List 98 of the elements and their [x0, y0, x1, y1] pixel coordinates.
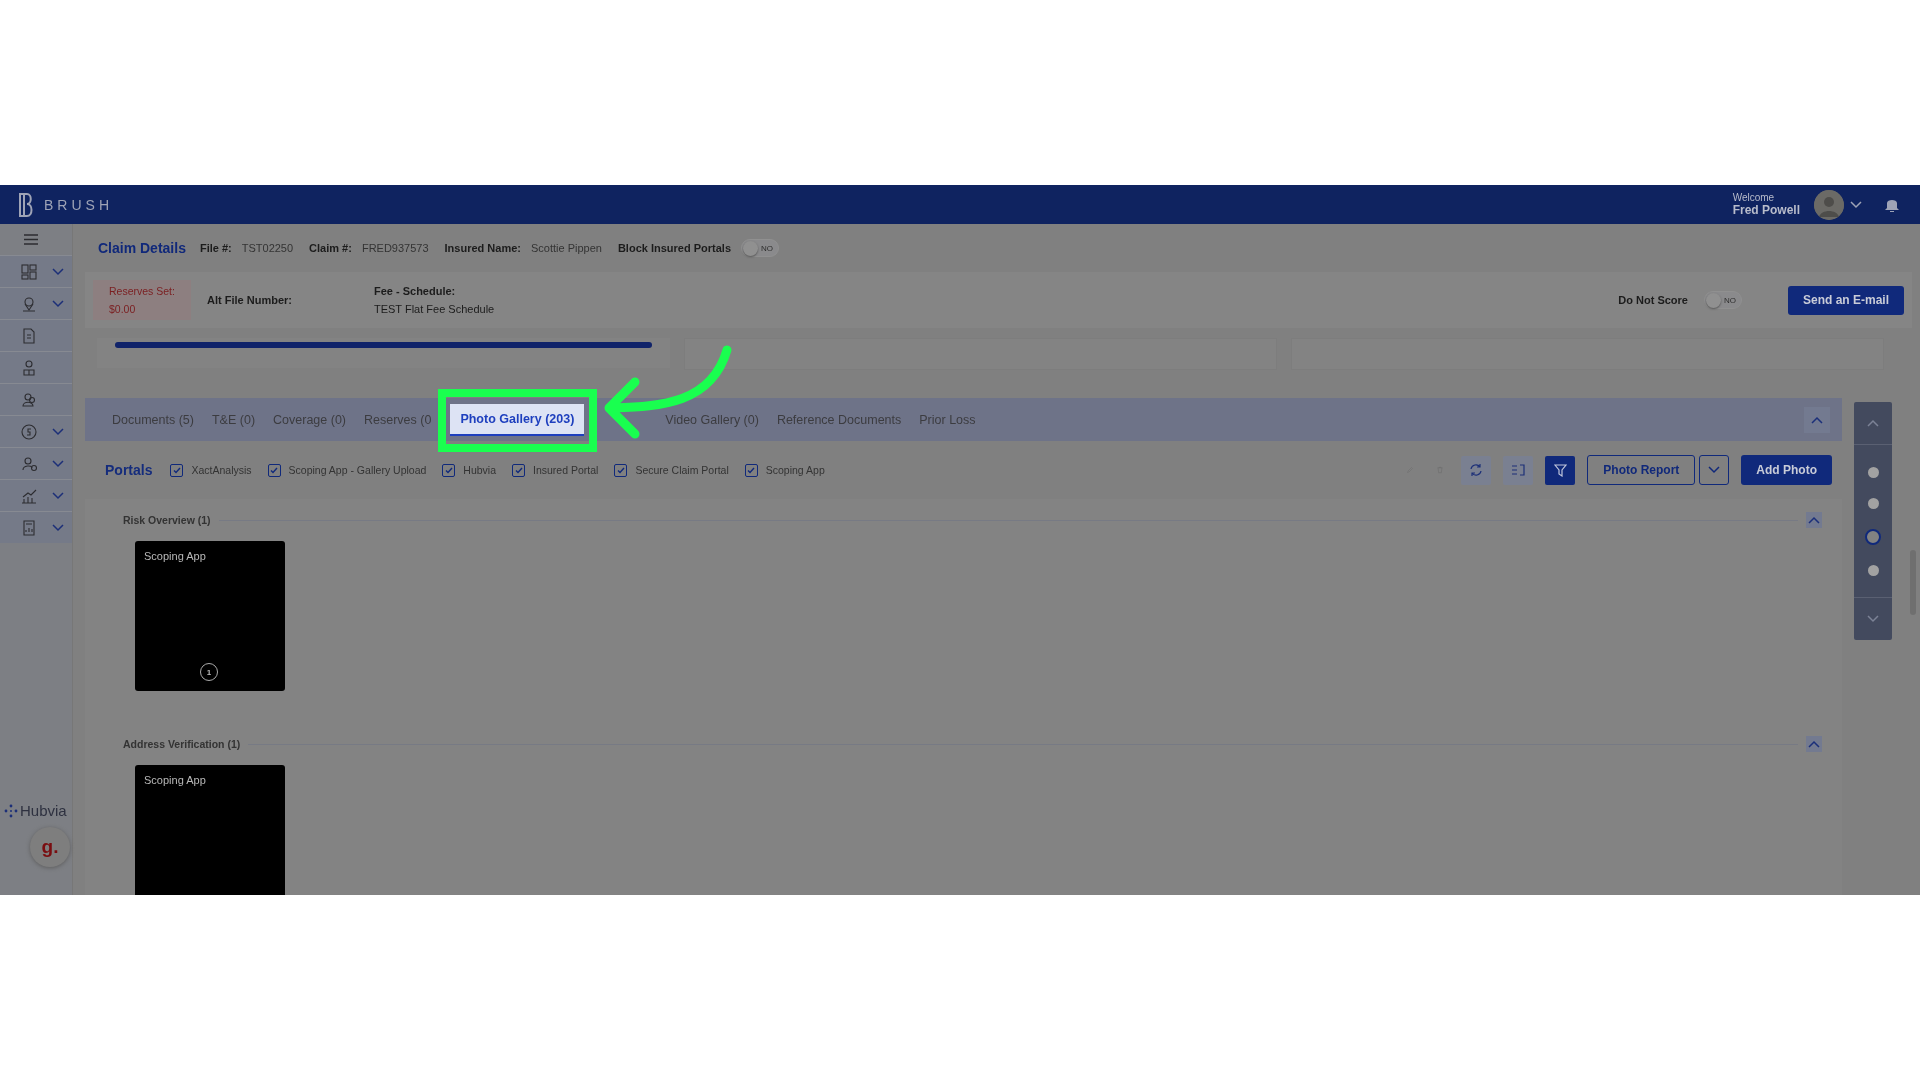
- filter-button[interactable]: [1545, 455, 1576, 485]
- report-icon: [20, 518, 38, 537]
- portal-checkbox[interactable]: Scoping App - Gallery Upload: [267, 463, 427, 477]
- tab[interactable]: Reference Documents: [767, 410, 911, 429]
- portals-label: Portals: [105, 462, 153, 478]
- columns-icon: [1511, 464, 1526, 476]
- field-value: TEST Flat Fee Schedule: [373, 303, 495, 315]
- chevron-down-icon: [52, 427, 64, 436]
- nav-dot[interactable]: [1867, 466, 1879, 478]
- caret-icon: [1850, 200, 1862, 209]
- chevron-down-icon: [1867, 615, 1879, 623]
- add-photo-button[interactable]: Add Photo: [1741, 455, 1832, 485]
- nav-dot[interactable]: [1865, 528, 1881, 545]
- chat-badge[interactable]: g.: [30, 827, 70, 867]
- sidebar-item[interactable]: [0, 479, 72, 511]
- toggle-label: Do Not Score: [1618, 294, 1688, 306]
- menu-icon[interactable]: [24, 234, 38, 245]
- portal-checkbox[interactable]: Hubvia: [442, 463, 496, 477]
- sidebar-item[interactable]: [0, 319, 72, 351]
- chevron-down-icon: [52, 267, 64, 276]
- field-label: Fee - Schedule:: [373, 285, 457, 297]
- photo-report-button[interactable]: Photo Report: [1587, 455, 1696, 485]
- section-title: Address Verification (1): [123, 738, 241, 750]
- columns-button[interactable]: [1503, 455, 1534, 485]
- photo-tile[interactable]: Scoping App: [135, 765, 285, 895]
- chevron-up-icon: [1808, 740, 1820, 748]
- user-name: Fred Powell: [1732, 203, 1800, 217]
- tab[interactable]: Reserves (0: [355, 410, 441, 429]
- tab[interactable]: Documents (5): [103, 410, 203, 429]
- money-icon: [20, 422, 38, 441]
- portal-checkbox[interactable]: Scoping App: [744, 463, 825, 477]
- block-portals-toggle[interactable]: NO: [741, 239, 779, 257]
- chevron-down-icon: [1708, 466, 1721, 474]
- page-title: Claim Details: [98, 240, 186, 256]
- toggle-label: Block Insured Portals: [617, 242, 731, 254]
- welcome-text: Welcome: [1732, 192, 1776, 203]
- dropdown-button[interactable]: [1699, 455, 1730, 485]
- checkmark-icon: [444, 466, 453, 474]
- chevron-up-icon: [1808, 516, 1820, 524]
- tab[interactable]: Video Gallery (0): [656, 410, 768, 429]
- field-label: File #:: [199, 242, 232, 254]
- sidebar-item[interactable]: [0, 383, 72, 415]
- tab[interactable]: Coverage (0): [264, 410, 355, 429]
- reserves-value: $0.00: [109, 303, 137, 315]
- checkmark-icon: [270, 466, 279, 474]
- sidebar-item[interactable]: [0, 511, 72, 543]
- nav-dot[interactable]: [1867, 564, 1879, 576]
- refresh-icon: [1469, 463, 1484, 477]
- collapse-button[interactable]: [1806, 736, 1822, 752]
- checkmark-icon: [747, 466, 756, 474]
- hubvia-logo-icon: [4, 803, 18, 818]
- document-icon: [20, 326, 38, 345]
- section-title: Risk Overview (1): [123, 514, 211, 526]
- field-value: Scottie Pippen: [531, 242, 602, 254]
- photo-source: Scoping App: [144, 774, 206, 786]
- field-label: Alt File Number:: [207, 294, 292, 306]
- field-label: Insured Name:: [444, 242, 521, 254]
- filter-icon: [1553, 463, 1567, 477]
- photo-source: Scoping App: [144, 550, 206, 562]
- portal-checkbox[interactable]: XactAnalysis: [170, 463, 252, 477]
- brand-name: Hubvia: [20, 802, 67, 819]
- field-value: TST02250: [241, 242, 294, 254]
- sidebar-item[interactable]: [0, 447, 72, 479]
- portal-checkbox[interactable]: Secure Claim Portal: [614, 463, 729, 477]
- chevron-up-icon: [1811, 415, 1823, 424]
- sidebar-item[interactable]: [0, 415, 72, 447]
- chevron-down-icon: [52, 491, 64, 500]
- sidebar-item[interactable]: [0, 287, 72, 319]
- checkmark-icon: [616, 466, 625, 474]
- sidebar-item[interactable]: [0, 255, 72, 287]
- collapse-button[interactable]: [1806, 512, 1822, 528]
- dashboard-icon: [20, 262, 38, 281]
- chevron-down-icon: [52, 299, 64, 308]
- tab[interactable]: Photo Gallery (203): [450, 403, 585, 436]
- field-value: FRED937573: [361, 242, 429, 254]
- checkmark-icon: [172, 466, 181, 474]
- logo-text: BRUSH: [44, 196, 113, 213]
- send-email-button[interactable]: Send an E-mail: [1787, 285, 1904, 315]
- tab[interactable]: Prior Loss: [910, 410, 985, 429]
- reserves-label: Reserves Set:: [109, 285, 175, 297]
- photo-tile[interactable]: Scoping App 1: [135, 541, 285, 691]
- user-check-icon: [20, 454, 38, 473]
- do-not-score-toggle[interactable]: NO: [1703, 291, 1742, 309]
- avatar[interactable]: [1814, 189, 1844, 220]
- adjuster-icon: [20, 358, 38, 377]
- nav-dot[interactable]: [1867, 497, 1879, 509]
- checkmark-icon: [514, 466, 523, 474]
- collapse-button[interactable]: [1804, 406, 1830, 433]
- sidebar-item[interactable]: [0, 351, 72, 383]
- field-label: Claim #:: [309, 242, 352, 254]
- chevron-down-icon: [52, 459, 64, 468]
- people-icon: [20, 390, 38, 409]
- tab[interactable]: T&E (0): [203, 410, 265, 429]
- refresh-button[interactable]: [1461, 455, 1492, 485]
- chevron-down-icon: [52, 523, 64, 532]
- location-icon: [20, 294, 38, 313]
- portal-checkbox[interactable]: Insured Portal: [512, 463, 599, 477]
- chevron-up-icon: [1867, 419, 1879, 427]
